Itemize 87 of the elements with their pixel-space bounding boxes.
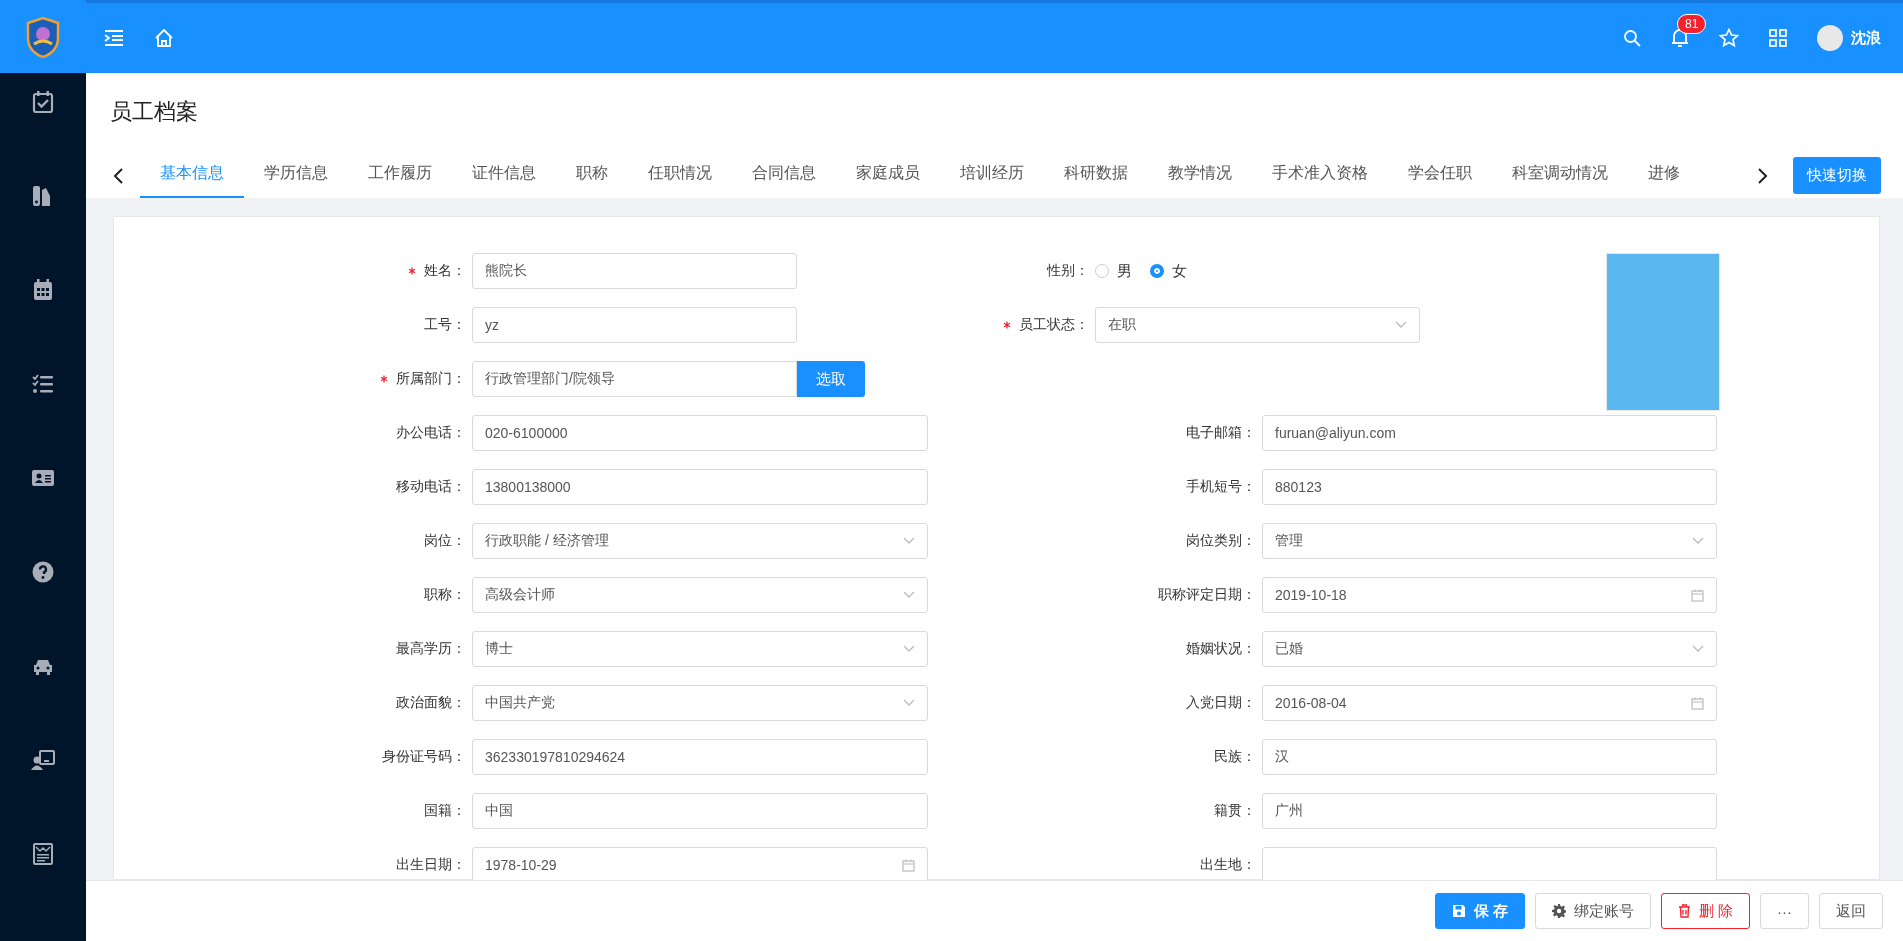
back-button[interactable]: 返回 [1819,893,1883,929]
text-field[interactable]: 020-6100000 [472,415,928,451]
chevron-down-icon [903,537,915,545]
field-label: 职称： [424,586,466,604]
select-field[interactable]: 管理 [1262,523,1717,559]
field-label: 性别： [1047,262,1089,280]
field-label: 身份证号码： [382,748,466,766]
field-label: 工号： [424,316,466,334]
field-label: 移动电话： [396,478,466,496]
date-field[interactable]: 2016-08-04 [1262,685,1717,721]
tab[interactable]: 任职情况 [628,153,732,198]
bell-icon[interactable] [1671,28,1689,48]
tab[interactable]: 科研数据 [1044,153,1148,198]
tab[interactable]: 证件信息 [452,153,556,198]
trash-icon [1677,904,1691,918]
chevron-right-icon[interactable] [1757,166,1769,185]
chevron-down-icon [1692,645,1704,653]
gear-icon [1551,904,1566,918]
search-icon[interactable] [1623,29,1641,47]
field-label: 最高学历： [396,640,466,658]
bind-button[interactable]: 绑定账号 [1534,893,1651,929]
field-label: 政治面貌： [396,694,466,712]
field-label: 国籍： [424,802,466,820]
field-label: 手机短号： [1186,478,1256,496]
field-label: 电子邮箱： [1186,424,1256,442]
text-field[interactable]: 13800138000 [472,469,928,505]
chevron-down-icon [1395,321,1407,329]
text-field[interactable]: 880123 [1262,469,1717,505]
avatar[interactable] [1817,25,1843,51]
tab[interactable]: 工作履历 [348,153,452,198]
tab[interactable]: 手术准入资格 [1252,153,1388,198]
tab[interactable]: 职称 [556,153,628,198]
field-label: 入党日期： [1186,694,1256,712]
text-field[interactable]: yz [472,307,797,343]
field-label: 出生地： [1200,856,1256,874]
tab[interactable]: 科室调动情况 [1492,153,1628,198]
tab[interactable]: 合同信息 [732,153,836,198]
text-field[interactable]: 广州 [1262,793,1717,829]
select-field[interactable]: 高级会计师 [472,577,928,613]
text-field[interactable] [1262,847,1717,880]
date-field[interactable]: 2019-10-18 [1262,577,1717,613]
select-field[interactable]: 中国共产党 [472,685,928,721]
field-label: 民族： [1214,748,1256,766]
home-icon[interactable] [154,28,174,48]
chevron-down-icon [1692,537,1704,545]
calendar-icon [902,858,915,872]
chevron-down-icon [903,591,915,599]
select-field[interactable]: 行政职能 / 经济管理 [472,523,928,559]
radio-circle[interactable] [1150,264,1164,278]
text-field[interactable]: furuan@aliyun.com [1262,415,1717,451]
text-field[interactable]: 行政管理部门/院领导 [472,361,797,397]
chevron-down-icon [903,645,915,653]
field-label: 籍贯： [1214,802,1256,820]
menu-indent-icon[interactable] [104,29,124,47]
radio-circle[interactable] [1095,264,1109,278]
chevron-down-icon [903,699,915,707]
radio-option[interactable]: 男 [1095,261,1132,281]
field-label: 岗位： [424,532,466,550]
select-field[interactable]: 在职 [1095,307,1420,343]
delete-button[interactable]: 删 除 [1660,893,1750,929]
calendar-icon [1691,696,1704,710]
field-label: 婚姻状况： [1186,640,1256,658]
tab[interactable]: 教学情况 [1148,153,1252,198]
tab[interactable]: 学历信息 [244,153,348,198]
field-label: 办公电话： [396,424,466,442]
tab[interactable]: 家庭成员 [836,153,940,198]
text-field[interactable]: 中国 [472,793,928,829]
radio-option[interactable]: 女 [1150,261,1187,281]
star-icon[interactable] [1719,28,1739,48]
chevron-left-icon[interactable] [112,166,124,185]
grid-icon[interactable] [1769,29,1787,47]
notification-badge: 81 [1677,14,1707,34]
page-title: 员工档案 [110,98,199,126]
text-field[interactable]: 362330197810294624 [472,739,928,775]
calendar-icon [1691,588,1704,602]
text-field[interactable]: 熊院长 [472,253,797,289]
text-field[interactable]: 汉 [1262,739,1717,775]
tab[interactable]: 进修 [1628,153,1700,198]
field-label: 岗位类别： [1186,532,1256,550]
select-field[interactable]: 博士 [472,631,928,667]
tab[interactable]: 培训经历 [940,153,1044,198]
field-label: 职称评定日期： [1158,586,1256,604]
date-field[interactable]: 1978-10-29 [472,847,928,880]
tab[interactable]: 学会任职 [1388,153,1492,198]
select-field[interactable]: 已婚 [1262,631,1717,667]
more-button[interactable]: ··· [1760,893,1809,929]
field-label: 出生日期： [396,856,466,874]
